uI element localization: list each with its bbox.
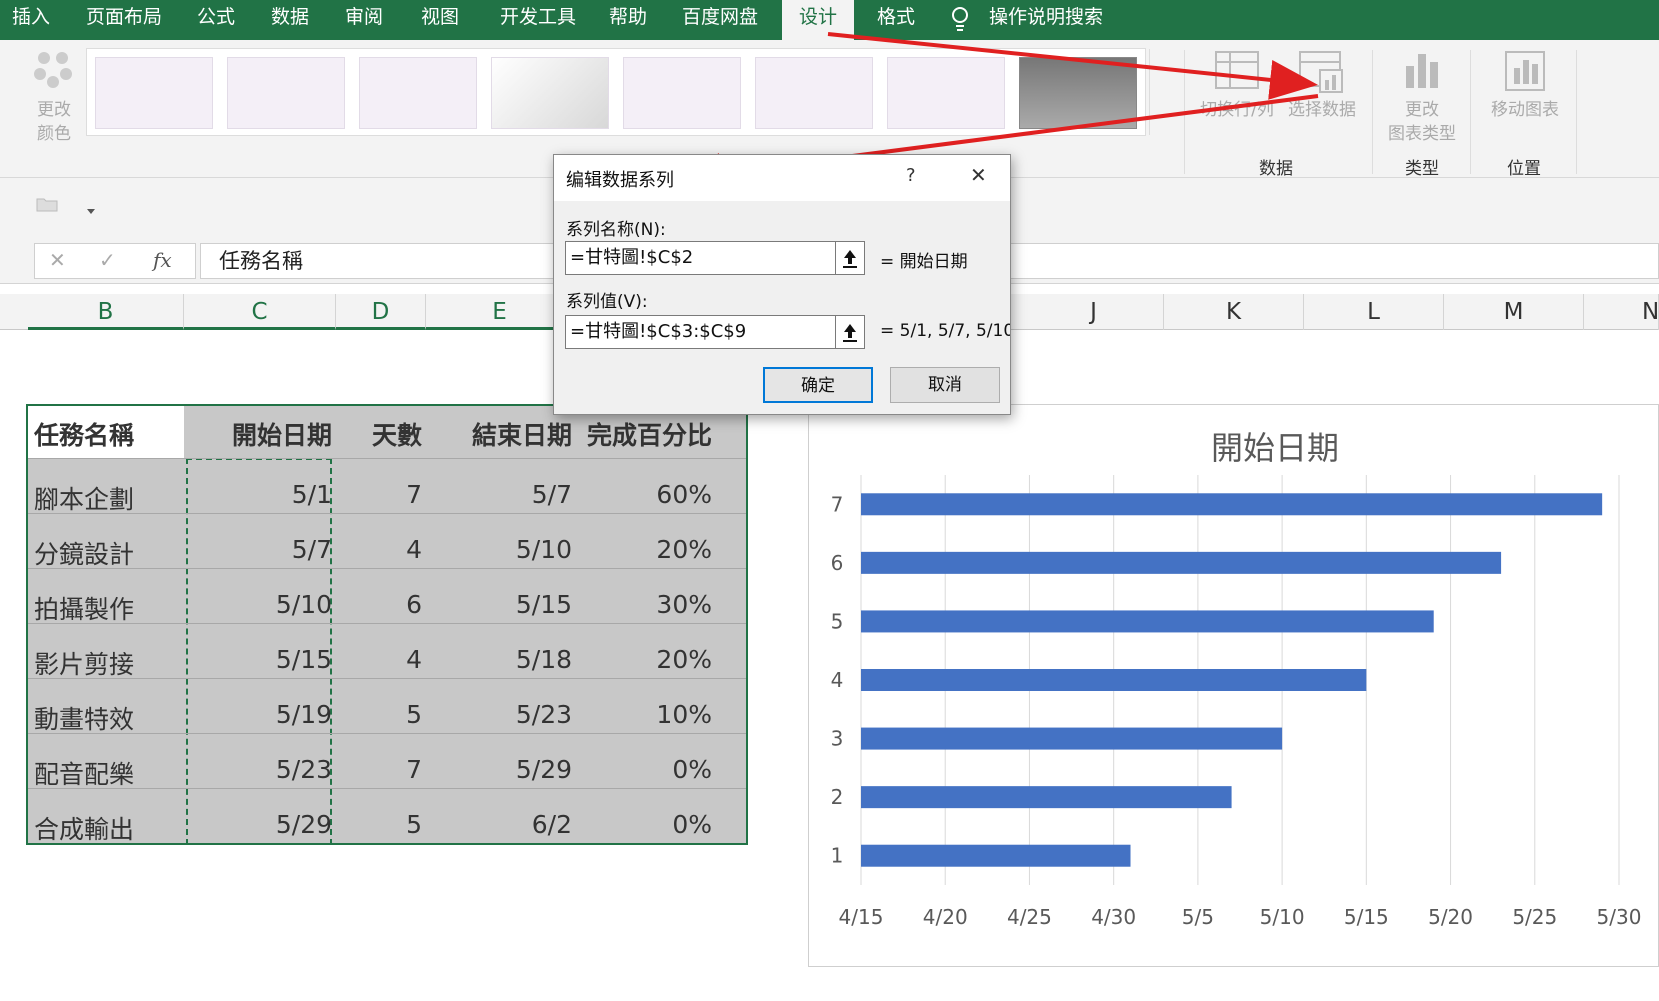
series-name-input[interactable]: =甘特圖!$C$2 [565,241,845,275]
series-name-label: 系列名称(N): [566,220,666,240]
collapse-dialog-icon[interactable] [835,315,865,349]
arrow-to-select-data [827,32,1318,100]
series-values-result: = 5/1, 5/7, 5/10 [880,321,1010,341]
series-values-label: 系列值(V): [566,292,648,312]
dialog-title: 编辑数据系列 [566,170,674,191]
cancel-button[interactable]: 取消 [890,367,1000,403]
ok-button[interactable]: 确定 [763,367,873,403]
series-values-input[interactable]: =甘特圖!$C$3:$C$9 [565,315,845,349]
annotation-arrows [674,32,1319,193]
help-button[interactable]: ? [906,165,916,186]
collapse-dialog-icon[interactable] [835,241,865,275]
dialog-titlebar: 编辑数据系列 ? ✕ [554,155,1010,201]
series-name-result: = 開始日期 [880,252,968,272]
edit-series-dialog: 编辑数据系列 ? ✕ 系列名称(N): =甘特圖!$C$2 = 開始日期 系列值… [553,154,1011,415]
close-icon[interactable]: ✕ [970,163,987,187]
